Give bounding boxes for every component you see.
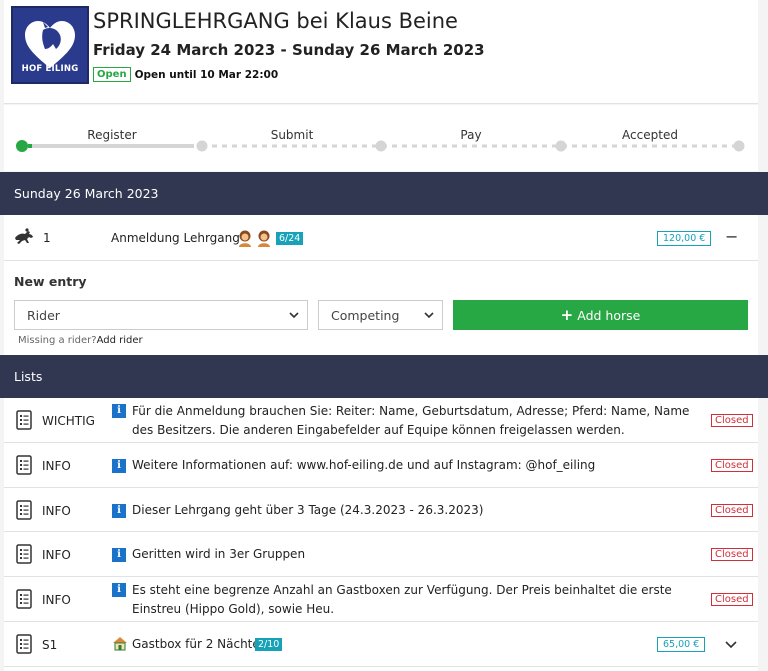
chevron-down-icon — [424, 312, 434, 319]
status-badge: Open — [93, 67, 131, 82]
list-document-icon — [16, 500, 32, 520]
rider-avatar-icon — [239, 230, 251, 247]
list-code: INFO — [42, 459, 71, 473]
stable-code: S1 — [42, 638, 58, 652]
list-document-icon — [16, 410, 32, 430]
list-item[interactable]: INFO i Dieser Lehrgang geht über 3 Tage … — [4, 488, 758, 532]
list-item[interactable]: INFO i Geritten wird in 3er Gruppen Clos… — [4, 532, 758, 577]
event-header: HOF EILING SPRINGLEHRGANG bei Klaus Bein… — [4, 0, 758, 104]
lists-section-header: Lists — [0, 355, 768, 398]
chevron-down-icon[interactable] — [725, 640, 737, 649]
list-code: WICHTIG — [42, 414, 95, 428]
list-text: Für die Anmeldung brauchen Sie: Reiter: … — [132, 404, 690, 437]
collapse-icon[interactable]: − — [725, 227, 738, 246]
info-icon: i — [112, 548, 126, 562]
open-until-text: Open until 10 Mar 22:00 — [134, 68, 279, 81]
class-number: 1 — [43, 231, 51, 245]
new-entry-heading: New entry — [14, 274, 87, 289]
list-document-icon — [16, 589, 32, 609]
stable-row[interactable]: S1 Gastbox für 2 Nächte 2/10 65,00 € — [4, 622, 758, 667]
closed-badge: Closed — [711, 593, 753, 606]
list-item[interactable]: WICHTIG i Für die Anmeldung brauchen Sie… — [4, 398, 758, 443]
rider-select-value: Rider — [27, 307, 60, 323]
lists-table: WICHTIG i Für die Anmeldung brauchen Sie… — [4, 398, 758, 671]
step-submit-dot — [196, 140, 208, 152]
step-register-dot — [16, 140, 28, 152]
registration-status: Open Open until 10 Mar 22:00 — [93, 67, 278, 82]
missing-rider-text: Missing a rider? — [18, 335, 97, 346]
rider-avatars — [236, 229, 273, 247]
logo-text: HOF EILING — [21, 64, 79, 74]
step-pay-dot — [375, 140, 387, 152]
event-page: HOF EILING SPRINGLEHRGANG bei Klaus Bein… — [0, 0, 768, 671]
add-rider-link[interactable]: Add rider — [97, 335, 143, 346]
closed-badge: Closed — [711, 548, 753, 561]
plus-icon: + — [560, 306, 574, 324]
closed-badge: Closed — [711, 414, 753, 427]
competing-select[interactable]: Competing — [318, 300, 443, 330]
day-section-header: Sunday 26 March 2023 — [0, 172, 768, 215]
list-text: Es steht eine begrenze Anzahl an Gastbox… — [132, 583, 672, 616]
list-document-icon — [16, 634, 32, 654]
list-text: Geritten wird in 3er Gruppen — [132, 547, 306, 561]
class-name[interactable]: Anmeldung Lehrgang — [111, 231, 240, 245]
club-logo: HOF EILING — [11, 6, 89, 84]
list-text: Weitere Informationen auf: www.hof-eilin… — [132, 458, 596, 472]
info-icon: i — [112, 459, 126, 473]
add-horse-label: Add horse — [577, 307, 641, 323]
event-dates: Friday 24 March 2023 - Sunday 26 March 2… — [93, 41, 485, 59]
closed-badge: Closed — [711, 459, 753, 472]
rider-select[interactable]: Rider — [14, 300, 308, 330]
page-title: SPRINGLEHRGANG bei Klaus Beine — [93, 9, 458, 33]
stable-count-badge: 2/10 — [255, 638, 283, 651]
missing-rider-hint: Missing a rider?Add rider — [18, 335, 143, 346]
step-end-dot — [733, 140, 745, 152]
info-icon: i — [112, 404, 126, 418]
step-accepted-dot — [555, 140, 567, 152]
show-jumping-horse-icon — [15, 228, 33, 244]
entries-count-badge: 6/24 — [276, 232, 304, 245]
stable-house-icon — [113, 637, 127, 651]
list-item[interactable]: INFO i Weitere Informationen auf: www.ho… — [4, 443, 758, 488]
class-row[interactable]: 1 Anmeldung Lehrgang 6/24 120,00 € − — [4, 215, 758, 261]
list-code: INFO — [42, 593, 71, 607]
class-price-badge: 120,00 € — [657, 231, 712, 246]
competing-select-value: Competing — [331, 307, 400, 323]
progress-steps: Register Submit Pay Accepted — [4, 105, 758, 171]
rider-avatar-icon — [258, 230, 270, 247]
stable-price-badge: 65,00 € — [657, 637, 706, 652]
stable-text: Gastbox für 2 Nächte — [132, 637, 260, 651]
list-document-icon — [16, 544, 32, 564]
list-item[interactable]: INFO i Es steht eine begrenze Anzahl an … — [4, 577, 758, 622]
list-code: INFO — [42, 548, 71, 562]
list-document-icon — [16, 455, 32, 475]
list-text: Dieser Lehrgang geht über 3 Tage (24.3.2… — [132, 503, 484, 517]
list-code: INFO — [42, 504, 71, 518]
event-class-area: 1 Anmeldung Lehrgang 6/24 120,00 € − New… — [4, 215, 758, 355]
add-horse-button[interactable]: + Add horse — [453, 300, 748, 330]
closed-badge: Closed — [711, 504, 753, 517]
progress-track — [16, 140, 745, 152]
info-icon: i — [112, 504, 126, 518]
chevron-down-icon — [289, 312, 299, 319]
info-icon: i — [112, 583, 126, 597]
